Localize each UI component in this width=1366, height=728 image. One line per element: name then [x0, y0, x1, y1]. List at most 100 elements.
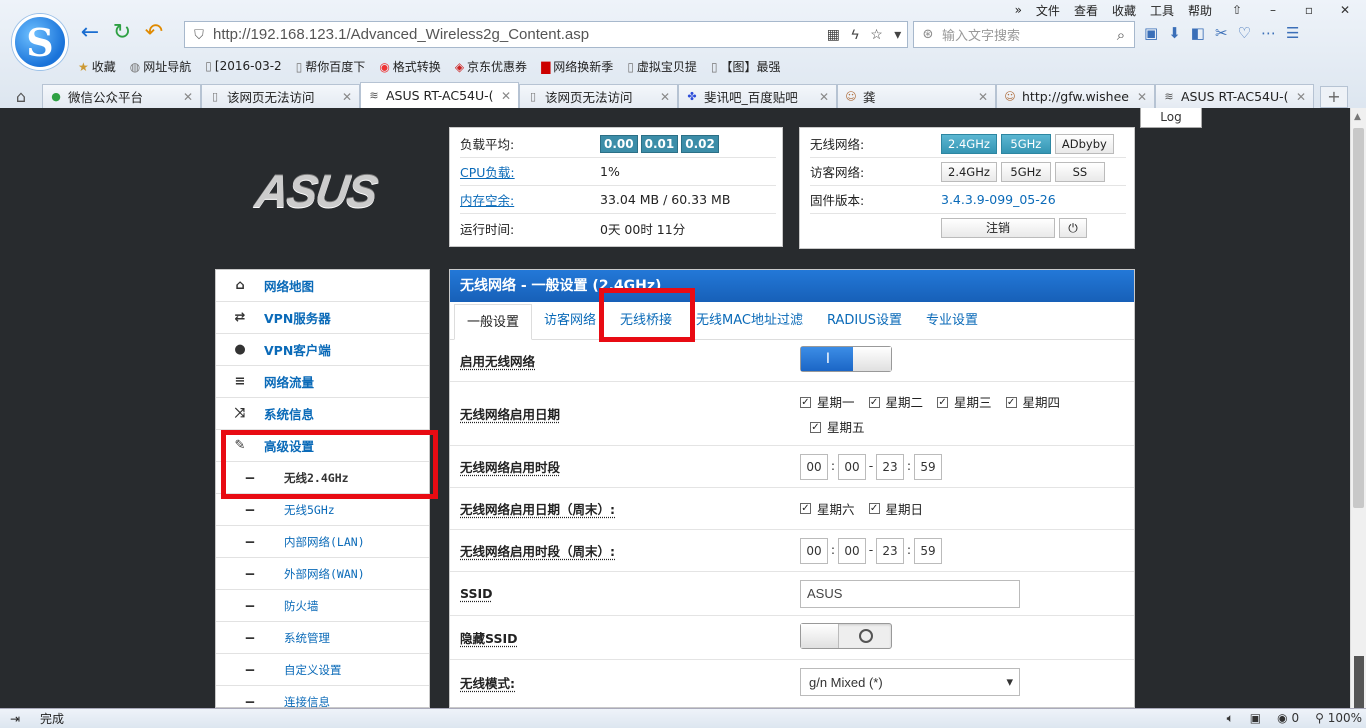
qr-icon[interactable]: ▦ — [827, 26, 840, 43]
heart-icon[interactable]: ♡ — [1238, 24, 1251, 42]
bookmark-item[interactable]: ▇ 网络换新季 — [541, 58, 613, 75]
tab-close-icon[interactable]: ✕ — [818, 90, 830, 104]
sidebar-toggle-icon[interactable]: ⇥ — [10, 712, 20, 726]
mem-link[interactable]: 内存空余: — [460, 190, 600, 209]
restore-icon[interactable]: ▫ — [1298, 3, 1320, 17]
day-checkbox[interactable]: ✓ 星期一 — [800, 391, 855, 414]
zoom-indicator[interactable]: ⚲ 100% — [1315, 711, 1362, 726]
browser-tab-active[interactable]: ≋ ASUS RT-AC54U-(✕ — [360, 82, 519, 108]
bookmark-item[interactable]: ★ 收藏 — [78, 58, 116, 75]
sidebar-item-traffic[interactable]: ≡ 网络流量 — [216, 366, 429, 398]
download-icon[interactable]: ⬇ — [1168, 24, 1181, 42]
sidebar-sub-wan[interactable]: – 外部网络(WAN) — [216, 558, 429, 590]
mode-select[interactable]: g/n Mixed (*) ▾ — [800, 668, 1020, 696]
log-button[interactable]: Log — [1140, 108, 1202, 128]
translate-icon[interactable]: ▣ — [1144, 24, 1158, 42]
browser-tab[interactable]: ≋ ASUS RT-AC54U-(✕ — [1155, 84, 1314, 108]
browser-tab[interactable]: ▯ 该网页无法访问 ✕ — [201, 84, 360, 108]
sidebar-item-network-map[interactable]: ⌂ 网络地图 — [216, 270, 429, 302]
browser-logo[interactable]: S — [12, 14, 68, 70]
home-icon[interactable]: ⌂ — [0, 84, 42, 108]
address-bar[interactable]: ⛉ http://192.168.123.1/Advanced_Wireless… — [184, 21, 908, 48]
sidebar-sub-firewall[interactable]: – 防火墙 — [216, 590, 429, 622]
bookmark-item[interactable]: ◉ 格式转换 — [379, 58, 441, 75]
menu-file[interactable]: 文件 — [1036, 2, 1060, 19]
end-hour-input[interactable]: 23 — [876, 453, 904, 480]
bookmark-item[interactable]: ▯ [2016-03-2 — [205, 59, 281, 73]
tab-close-icon[interactable]: ✕ — [500, 89, 512, 103]
clip-icon[interactable]: ◧ — [1191, 24, 1205, 42]
star-icon[interactable]: ☆ — [870, 26, 883, 43]
search-icon[interactable]: ⌕ — [1108, 26, 1134, 44]
bookmark-item[interactable]: ◍ 网址导航 — [130, 58, 192, 75]
cpu-link[interactable]: CPU负载: — [460, 162, 600, 181]
start-min-input[interactable]: 00 — [838, 453, 866, 480]
guest-5-button[interactable]: 5GHz — [1000, 161, 1051, 182]
page-scrollbar[interactable]: ▲ — [1350, 108, 1366, 708]
wstart-hour-input[interactable]: 00 — [800, 537, 828, 564]
logout-button[interactable]: 注销 — [941, 218, 1055, 238]
day-checkbox[interactable]: ✓ 星期五 — [810, 416, 865, 439]
undo-icon[interactable]: ↶ — [142, 22, 166, 46]
close-icon[interactable]: ✕ — [1334, 3, 1356, 17]
sidebar-sub-lan[interactable]: – 内部网络(LAN) — [216, 526, 429, 558]
browser-tab[interactable]: ▯ 该网页无法访问 ✕ — [519, 84, 678, 108]
menu-view[interactable]: 查看 — [1074, 2, 1098, 19]
screenshot-icon[interactable]: ▣ — [1250, 711, 1261, 726]
hide-ssid-toggle[interactable] — [800, 623, 892, 649]
tab-close-icon[interactable]: ✕ — [1136, 90, 1148, 104]
scroll-thumb[interactable] — [1353, 128, 1364, 508]
search-box[interactable]: ⊛ 输入文字搜索 ⌕ — [913, 21, 1135, 48]
lightning-icon[interactable]: ϟ — [851, 26, 858, 43]
day-checkbox[interactable]: ✓ 星期二 — [868, 391, 923, 414]
sidebar-sub-conn[interactable]: – 连接信息 — [216, 686, 429, 709]
scroll-up-icon[interactable]: ▲ — [1354, 112, 1361, 122]
day-checkbox[interactable]: ✓ 星期六 — [800, 499, 855, 518]
browser-tab[interactable]: ☺ 龚 ✕ — [837, 84, 996, 108]
tab-close-icon[interactable]: ✕ — [182, 90, 194, 104]
power-icon[interactable]: ⏻ — [1059, 218, 1087, 238]
end-min-input[interactable]: 59 — [914, 453, 942, 480]
volume-icon[interactable]: 🔈︎ — [1227, 711, 1234, 726]
search-input[interactable]: 输入文字搜索 — [942, 25, 1108, 44]
back-icon[interactable]: ← — [78, 22, 102, 46]
wstart-min-input[interactable]: 00 — [838, 537, 866, 564]
ssid-input[interactable]: ASUS — [800, 579, 1020, 608]
tab-pro[interactable]: 专业设置 — [914, 303, 990, 339]
search-engine-icon[interactable]: ⊛ — [914, 27, 942, 42]
bookmark-item[interactable]: ▯ 虚拟宝贝提 — [627, 58, 697, 75]
menu-favorites[interactable]: 收藏 — [1112, 2, 1136, 19]
tab-guest[interactable]: 访客网络 — [532, 303, 608, 339]
wl-5-button[interactable]: 5GHz — [1000, 133, 1051, 154]
wend-min-input[interactable]: 59 — [914, 537, 942, 564]
tab-close-icon[interactable]: ✕ — [659, 90, 671, 104]
day-checkbox[interactable]: ✓ 星期日 — [868, 499, 923, 518]
tab-mac-filter[interactable]: 无线MAC地址过滤 — [684, 303, 815, 339]
sidebar-sub-custom[interactable]: – 自定义设置 — [216, 654, 429, 686]
skin-icon[interactable]: ⇧ — [1226, 3, 1248, 17]
adbyby-button[interactable]: ADbyby — [1054, 133, 1114, 154]
ss-button[interactable]: SS — [1054, 161, 1105, 182]
wl-24-button[interactable]: 2.4GHz — [941, 133, 997, 154]
scissors-icon[interactable]: ✂ — [1215, 24, 1228, 42]
start-hour-input[interactable]: 00 — [800, 453, 828, 480]
wend-hour-input[interactable]: 23 — [876, 537, 904, 564]
dropdown-icon[interactable]: ▾ — [894, 26, 901, 43]
url-text[interactable]: http://192.168.123.1/Advanced_Wireless2g… — [213, 26, 821, 43]
day-checkbox[interactable]: ✓ 星期三 — [937, 391, 992, 414]
bookmark-item[interactable]: ◈ 京东优惠券 — [455, 58, 527, 75]
sidebar-item-sysinfo[interactable]: ⤨ 系统信息 — [216, 398, 429, 430]
browser-tab[interactable]: ☺ http://gfw.wishee ✕ — [996, 84, 1155, 108]
more-icon[interactable]: ⋯ — [1261, 24, 1276, 42]
guest-24-button[interactable]: 2.4GHz — [941, 161, 997, 182]
refresh-icon[interactable]: ↻ — [110, 22, 134, 46]
tab-close-icon[interactable]: ✕ — [977, 90, 989, 104]
minimize-icon[interactable]: – — [1262, 3, 1284, 17]
day-checkbox[interactable]: ✓ 星期四 — [1005, 391, 1060, 414]
sidebar-sub-admin[interactable]: – 系统管理 — [216, 622, 429, 654]
browser-tab[interactable]: ● 微信公众平台 ✕ — [42, 84, 201, 108]
tab-close-icon[interactable]: ✕ — [341, 90, 353, 104]
sidebar-item-vpn-client[interactable]: ● VPN客户端 — [216, 334, 429, 366]
fw-link[interactable]: 3.4.3.9-099_05-26 — [941, 192, 1056, 207]
menu-help[interactable]: 帮助 — [1188, 2, 1212, 19]
